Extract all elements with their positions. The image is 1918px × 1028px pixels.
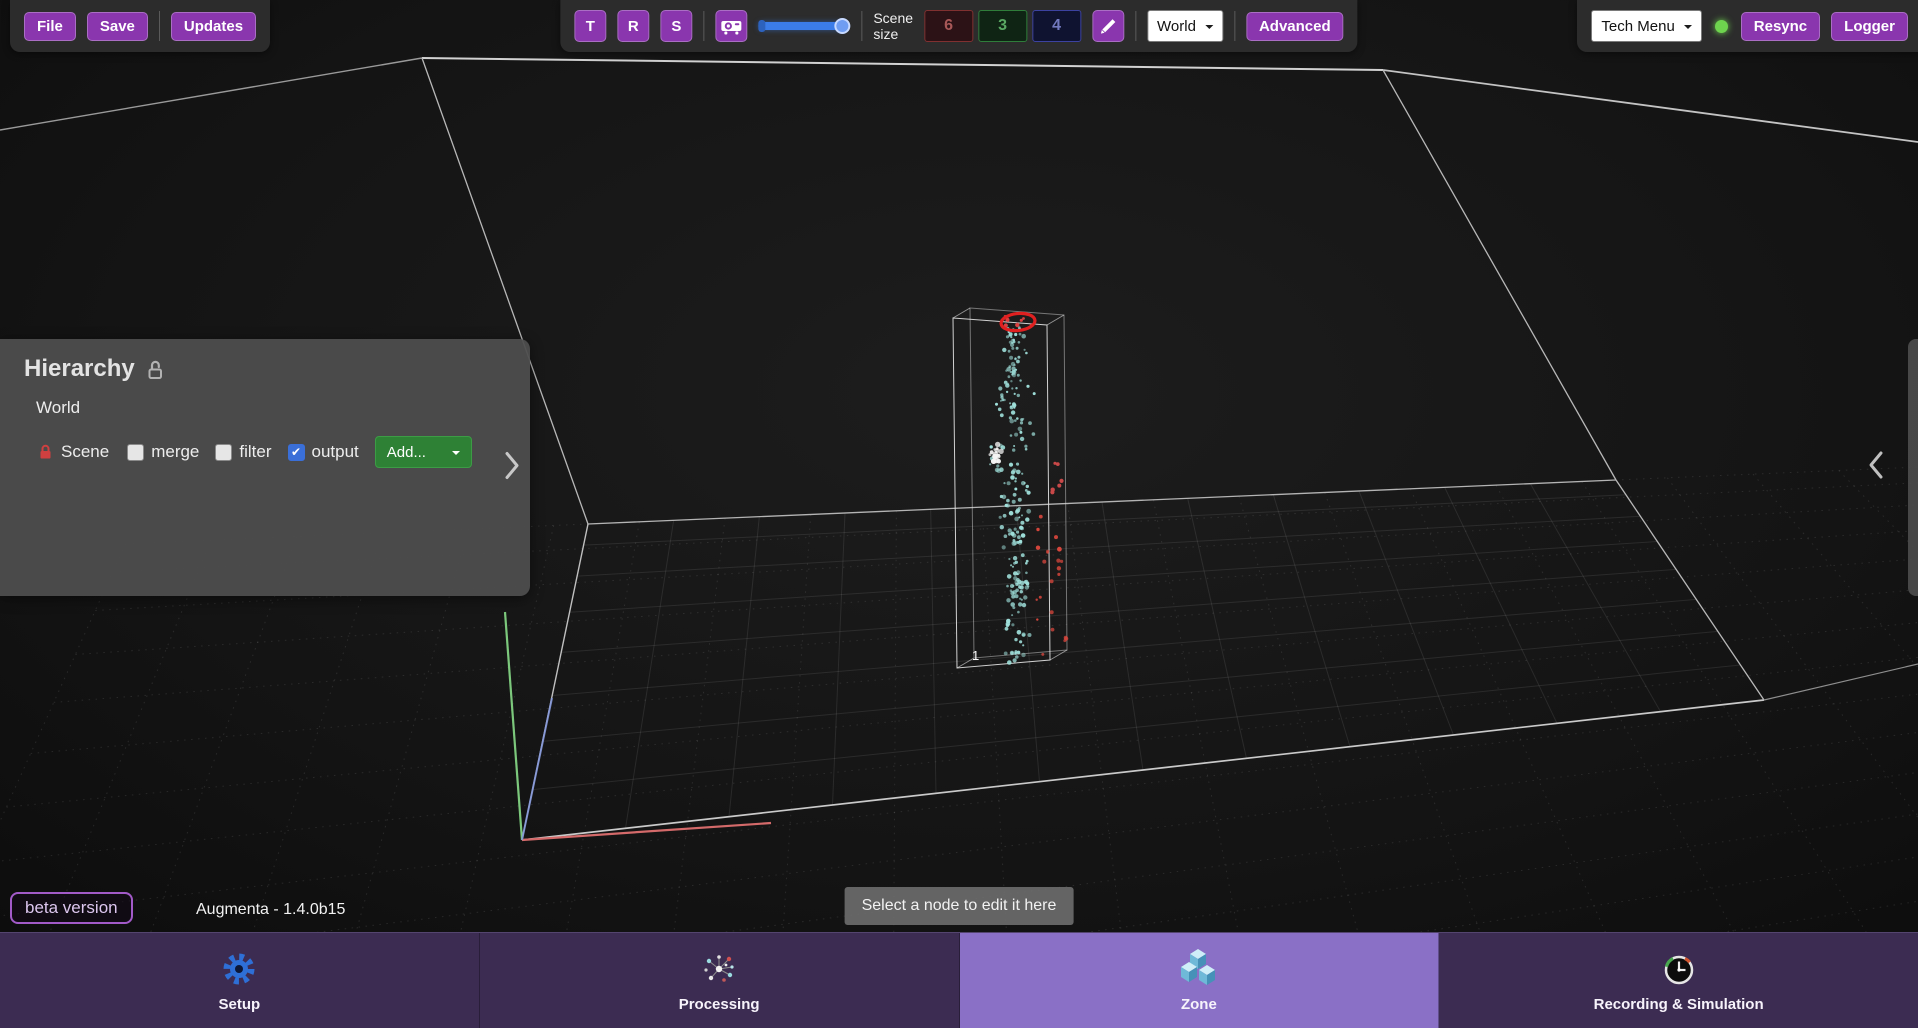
output-checkbox-label: output (312, 442, 359, 462)
coordinate-space-value: World (1157, 18, 1196, 35)
network-icon (699, 948, 739, 990)
tab-recording-simulation-label: Recording & Simulation (1594, 996, 1764, 1013)
tab-recording-simulation[interactable]: Recording & Simulation (1439, 933, 1918, 1028)
filter-checkbox[interactable] (215, 444, 232, 461)
hierarchy-title: Hierarchy (24, 355, 135, 383)
tab-zone[interactable]: Zone (960, 933, 1440, 1028)
app-version-text: Augmenta - 1.4.0b15 (196, 901, 345, 919)
chevron-down-icon (1205, 25, 1213, 33)
toolbar-divider (861, 11, 862, 41)
scene-node-label[interactable]: Scene (61, 442, 109, 462)
pencil-icon (1098, 16, 1118, 36)
rotate-tool-button[interactable]: R (617, 10, 649, 42)
scene-size-label: Scene size (873, 10, 913, 42)
tab-processing-label: Processing (679, 996, 760, 1013)
output-checkbox[interactable] (288, 444, 305, 461)
add-node-value: Add... (387, 444, 426, 461)
scene-size-z-input[interactable]: 4 (1032, 10, 1081, 42)
slider-knob[interactable] (834, 18, 850, 34)
logger-button[interactable]: Logger (1831, 12, 1908, 41)
unlock-icon[interactable] (145, 359, 166, 380)
connection-status-dot (1715, 20, 1728, 33)
point-size-slider[interactable] (758, 10, 850, 42)
node-editor-hint: Select a node to edit it here (845, 887, 1074, 925)
tech-menu-select[interactable]: Tech Menu (1591, 10, 1701, 42)
tab-processing[interactable]: Processing (480, 933, 960, 1028)
collapse-hierarchy-chevron[interactable] (504, 450, 520, 485)
toolbar-file: File Save Updates (10, 0, 270, 52)
translate-tool-button[interactable]: T (574, 10, 606, 42)
chevron-down-icon (1684, 25, 1692, 33)
advanced-button[interactable]: Advanced (1246, 12, 1344, 41)
tab-setup[interactable]: Setup (0, 933, 480, 1028)
toolbar-divider (1234, 11, 1235, 41)
cubes-icon (1177, 948, 1221, 990)
projector-icon (720, 15, 742, 37)
beta-version-badge: beta version (10, 892, 133, 924)
scene-size-y-input[interactable]: 3 (978, 10, 1027, 42)
scene-size-inputs: 6 3 4 (924, 10, 1081, 42)
toolbar-scene: T R S Scene size 6 3 4 (560, 0, 1357, 52)
scale-tool-button[interactable]: S (660, 10, 692, 42)
add-node-dropdown[interactable]: Add... (375, 436, 472, 468)
gear-icon (220, 948, 258, 990)
bottom-navigation: Setup Processing (0, 932, 1918, 1028)
file-button[interactable]: File (24, 12, 76, 41)
tech-menu-value: Tech Menu (1601, 18, 1674, 35)
slider-track (758, 22, 844, 30)
hierarchy-panel: Hierarchy World Scene merge filter outpu… (0, 339, 530, 596)
right-panel-collapsed (1908, 339, 1918, 596)
edit-scene-size-button[interactable] (1092, 10, 1124, 42)
slider-min-nub (758, 20, 765, 32)
projector-view-button[interactable] (715, 10, 747, 42)
hierarchy-scene-row: Scene merge filter output Add... (0, 418, 530, 468)
updates-button[interactable]: Updates (171, 12, 256, 41)
toolbar-tech: Tech Menu Resync Logger (1577, 0, 1918, 52)
save-button[interactable]: Save (87, 12, 148, 41)
chevron-down-icon (452, 451, 460, 459)
filter-checkbox-label: filter (239, 442, 271, 462)
expand-right-panel-chevron[interactable] (1868, 450, 1884, 485)
clock-icon (1659, 948, 1699, 990)
lock-icon[interactable] (38, 444, 53, 460)
resync-button[interactable]: Resync (1741, 12, 1820, 41)
hierarchy-root-node[interactable]: World (0, 383, 530, 418)
scene-size-x-input[interactable]: 6 (924, 10, 973, 42)
merge-checkbox-label: merge (151, 442, 199, 462)
tab-setup-label: Setup (219, 996, 261, 1013)
toolbar-divider (1135, 11, 1136, 41)
tab-zone-label: Zone (1181, 996, 1217, 1013)
coordinate-space-select[interactable]: World (1147, 10, 1223, 42)
toolbar-divider (159, 11, 160, 41)
blob-id-label: 1 (972, 648, 979, 663)
toolbar-divider (703, 11, 704, 41)
merge-checkbox[interactable] (127, 444, 144, 461)
